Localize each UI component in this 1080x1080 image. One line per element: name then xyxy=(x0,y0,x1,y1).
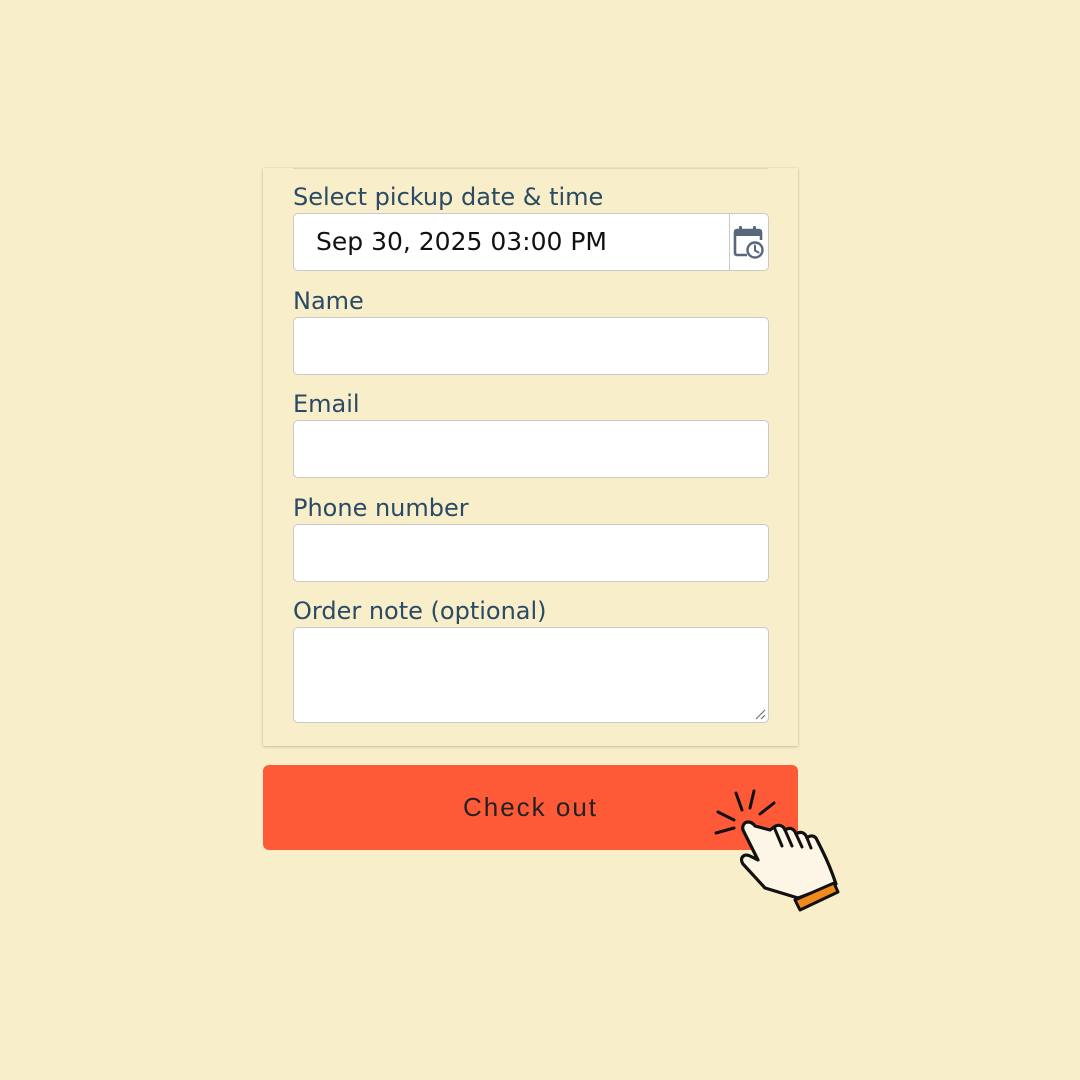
order-note-textarea[interactable] xyxy=(293,627,769,723)
pickup-datetime-label: Select pickup date & time xyxy=(293,183,604,211)
pickup-datetime-value: Sep 30, 2025 03:00 PM xyxy=(316,227,607,256)
checkout-form-card: Select pickup date & time Sep 30, 2025 0… xyxy=(263,168,798,746)
name-input[interactable] xyxy=(293,317,769,375)
name-label: Name xyxy=(293,287,364,315)
email-input[interactable] xyxy=(293,420,769,478)
card-top-divider xyxy=(293,168,768,169)
resize-grip-icon[interactable] xyxy=(754,708,766,720)
calendar-clock-icon xyxy=(733,226,764,259)
pickup-datetime-input[interactable]: Sep 30, 2025 03:00 PM xyxy=(293,213,769,271)
phone-input[interactable] xyxy=(293,524,769,582)
order-note-label: Order note (optional) xyxy=(293,597,547,625)
calendar-picker-button[interactable] xyxy=(729,214,768,270)
hand-pointer-click-icon xyxy=(714,789,840,912)
email-label: Email xyxy=(293,390,360,418)
phone-label: Phone number xyxy=(293,494,469,522)
